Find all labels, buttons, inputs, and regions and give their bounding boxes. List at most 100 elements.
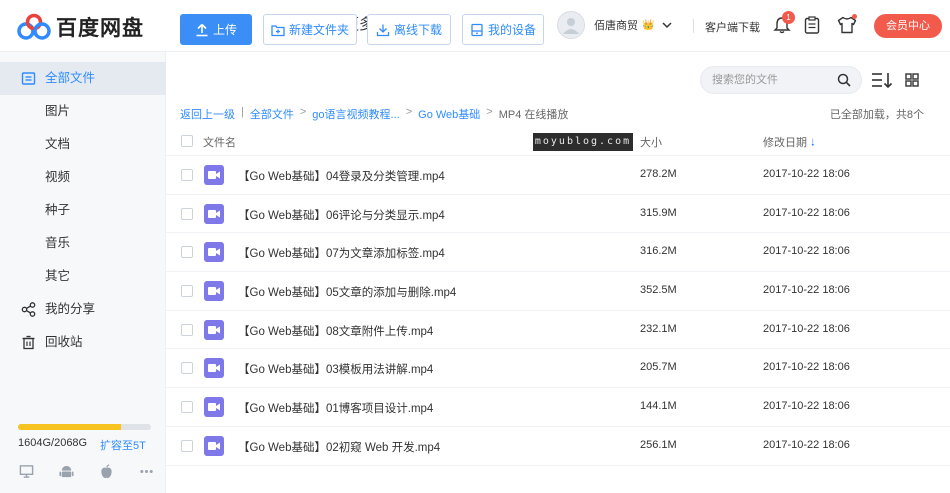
sidebar-item-torrents[interactable]: 种子	[0, 194, 166, 227]
my-devices-button[interactable]: 我的设备	[462, 14, 544, 45]
sidebar: 全部文件 图片 文档 视频 种子 音乐 其它 我的分享 回收站 1604G/20…	[0, 52, 166, 493]
quota-bar	[18, 424, 151, 430]
sort-icon[interactable]	[871, 71, 893, 89]
sidebar-item-docs[interactable]: 文档	[0, 128, 166, 161]
share-icon	[21, 302, 36, 317]
file-list: 【Go Web基础】04登录及分类管理.mp4 278.2M 2017-10-22 …	[166, 156, 950, 466]
new-folder-button[interactable]: 新建文件夹	[263, 14, 357, 45]
select-all-checkbox[interactable]	[181, 135, 193, 147]
sidebar-item-recycle-bin[interactable]: 回收站	[0, 326, 166, 359]
row-checkbox[interactable]	[181, 323, 193, 336]
search-input[interactable]	[712, 67, 832, 93]
table-row[interactable]: 【Go Web基础】07为文章添加标签.mp4 316.2M 2017-10-22 …	[166, 233, 950, 273]
file-size: 352.5M	[640, 284, 677, 297]
notification-badge: 1	[782, 11, 795, 24]
sidebar-item-label: 种子	[45, 203, 71, 217]
file-date: 2017-10-22 18:06	[763, 168, 850, 180]
file-name[interactable]: 【Go Web基础】07为文章添加标签.mp4	[238, 245, 445, 261]
upload-button[interactable]: 上传	[180, 14, 252, 45]
file-date: 2017-10-22 18:06	[763, 284, 850, 297]
file-size: 144.1M	[640, 400, 677, 413]
file-name[interactable]: 【Go Web基础】06评论与分类显示.mp4	[238, 207, 445, 223]
table-row[interactable]: 【Go Web基础】08文章附件上传.mp4 232.1M 2017-10-22 1…	[166, 311, 950, 350]
clipboard-icon[interactable]	[804, 16, 820, 34]
sidebar-item-other[interactable]: 其它	[0, 260, 166, 293]
os-icons	[18, 463, 178, 479]
column-header-date-label: 修改日期	[763, 137, 807, 149]
row-checkbox[interactable]	[181, 401, 193, 414]
logo[interactable]: 百度网盘	[16, 12, 144, 42]
file-date: 2017-10-22 18:06	[763, 400, 850, 413]
grid-view-icon[interactable]	[905, 73, 919, 87]
row-checkbox[interactable]	[181, 207, 193, 220]
file-name[interactable]: 【Go Web基础】03模板用法讲解.mp4	[238, 361, 433, 377]
row-checkbox[interactable]	[181, 246, 193, 259]
apple-icon[interactable]	[98, 463, 114, 479]
sort-desc-icon: 🠓	[811, 138, 815, 149]
more-icon[interactable]	[138, 463, 154, 479]
cloud-logo-icon	[17, 13, 51, 40]
row-checkbox[interactable]	[181, 285, 193, 298]
device-icon	[471, 23, 483, 36]
search-icon[interactable]	[837, 73, 851, 87]
sidebar-item-my-share[interactable]: 我的分享	[0, 293, 166, 326]
column-header-name[interactable]: 文件名	[203, 134, 236, 150]
column-header-size[interactable]: 大小	[640, 134, 662, 150]
table-row[interactable]: 【Go Web基础】05文章的添加与删除.mp4 352.5M 2017-10-22…	[166, 272, 950, 311]
tshirt-dot	[852, 14, 857, 19]
table-row[interactable]: 【Go Web基础】02初窥 Web 开发.mp4 256.1M 2017-10-2…	[166, 427, 950, 466]
breadcrumb-item[interactable]: Go Web基础	[418, 106, 480, 122]
table-row[interactable]: 【Go Web基础】03模板用法讲解.mp4 205.7M 2017-10-22 1…	[166, 349, 950, 389]
file-date: 2017-10-22 18:06	[763, 438, 850, 451]
table-row[interactable]: 【Go Web基础】06评论与分类显示.mp4 315.9M 2017-10-22 …	[166, 195, 950, 234]
sidebar-item-label: 图片	[45, 104, 71, 118]
vip-crown-icon: 👑	[642, 19, 655, 31]
breadcrumb: 返回上一级 | 全部文件 > go语言视频教程... > Go Web基础 > …	[180, 106, 568, 122]
breadcrumb-back[interactable]: 返回上一级	[180, 106, 235, 122]
file-name[interactable]: 【Go Web基础】08文章附件上传.mp4	[238, 323, 433, 339]
video-file-icon	[204, 397, 224, 418]
offline-download-button[interactable]: 离线下载	[367, 14, 451, 45]
row-checkbox[interactable]	[181, 439, 193, 452]
breadcrumb-item[interactable]: 全部文件	[250, 106, 294, 122]
vip-center-button[interactable]: 会员中心	[874, 14, 942, 38]
sidebar-item-label: 视频	[45, 170, 71, 184]
video-file-icon	[204, 358, 224, 379]
table-row[interactable]: 【Go Web基础】01博客项目设计.mp4 144.1M 2017-10-22 1…	[166, 388, 950, 427]
android-icon[interactable]	[58, 463, 74, 479]
breadcrumb-separator: >	[405, 106, 413, 118]
row-checkbox[interactable]	[181, 169, 193, 181]
chevron-down-icon[interactable]	[662, 20, 672, 30]
expand-storage-link[interactable]: 扩容至5T	[100, 437, 146, 453]
watermark: moyublog.com	[533, 133, 633, 151]
file-size: 316.2M	[640, 245, 677, 258]
sidebar-item-label: 文档	[45, 137, 71, 151]
file-size: 232.1M	[640, 322, 677, 335]
row-checkbox[interactable]	[181, 362, 193, 375]
app-name: 百度网盘	[56, 17, 144, 40]
video-file-icon	[204, 435, 224, 456]
folder-icon	[21, 72, 36, 85]
sidebar-item-all-files[interactable]: 全部文件	[0, 62, 166, 95]
breadcrumb-item[interactable]: go语言视频教程...	[312, 106, 399, 122]
sidebar-item-videos[interactable]: 视频	[0, 161, 166, 194]
sidebar-item-label: 回收站	[45, 335, 83, 349]
sidebar-item-music[interactable]: 音乐	[0, 227, 166, 260]
avatar[interactable]	[557, 11, 585, 39]
video-file-icon	[204, 203, 224, 224]
file-date: 2017-10-22 18:06	[763, 361, 850, 374]
trash-icon	[22, 335, 35, 350]
column-header-date[interactable]: 修改日期 🠓	[763, 134, 815, 153]
breadcrumb-separator: |	[241, 106, 244, 118]
file-name[interactable]: 【Go Web基础】02初窥 Web 开发.mp4	[238, 439, 440, 455]
user-menu[interactable]: 佰唐商贸 👑	[557, 11, 672, 39]
sidebar-item-images[interactable]: 图片	[0, 95, 166, 128]
desktop-icon[interactable]	[18, 463, 34, 479]
file-name[interactable]: 【Go Web基础】01博客项目设计.mp4	[238, 400, 433, 416]
file-name[interactable]: 【Go Web基础】05文章的添加与删除.mp4	[238, 284, 456, 300]
breadcrumb-current: MP4 在线播放	[498, 109, 569, 121]
client-download-link[interactable]: 客户端下载	[705, 19, 760, 35]
new-folder-label: 新建文件夹	[288, 23, 349, 37]
table-row[interactable]: 【Go Web基础】04登录及分类管理.mp4 278.2M 2017-10-22 …	[166, 156, 950, 195]
file-name[interactable]: 【Go Web基础】04登录及分类管理.mp4	[238, 168, 445, 184]
